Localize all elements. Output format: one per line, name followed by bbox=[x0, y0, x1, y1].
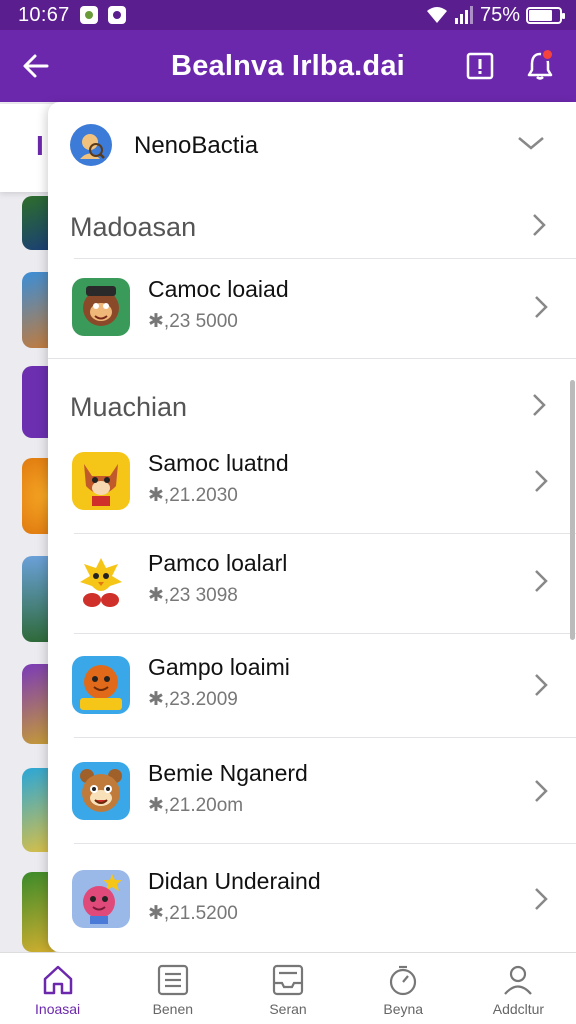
chevron-right-icon bbox=[533, 394, 546, 416]
fox-icon bbox=[72, 452, 130, 510]
game-row[interactable]: Didan Underaind ✱,21.5200 bbox=[48, 852, 576, 952]
game-price: ✱,21.2030 bbox=[148, 485, 238, 506]
account-name: NenoBactia bbox=[134, 132, 259, 159]
game-title: Bemie Nganerd bbox=[148, 760, 308, 786]
game-title: Samoc luatnd bbox=[148, 450, 289, 476]
section-label: Madoasan bbox=[70, 212, 197, 242]
app-notification-icon bbox=[79, 6, 98, 24]
section-header[interactable]: Madoasan bbox=[48, 192, 576, 262]
game-title: Camoc loaiad bbox=[148, 276, 289, 302]
game-row[interactable]: Camoc loaiad ✱,23 5000 bbox=[48, 260, 576, 360]
wifi-icon bbox=[426, 7, 447, 23]
bottom-nav: Inoasai Benen Seran Beyna Addcltur bbox=[0, 952, 576, 1024]
divider bbox=[74, 843, 576, 844]
nav-label: Beyna bbox=[383, 1001, 424, 1017]
nav-item-timer[interactable]: Beyna bbox=[346, 953, 461, 1024]
game-row[interactable]: Bemie Nganerd ✱,21.20om bbox=[48, 744, 576, 844]
scrollbar[interactable] bbox=[570, 380, 575, 640]
game-row[interactable]: Pamco loalarl ✱,23 3098 bbox=[48, 534, 576, 634]
timer-icon bbox=[390, 965, 417, 996]
home-icon bbox=[43, 965, 72, 995]
account-header[interactable]: NenoBactia bbox=[48, 102, 576, 188]
game-price: ✱,21.5200 bbox=[148, 903, 238, 924]
battery-level bbox=[529, 9, 552, 21]
nav-label: Seran bbox=[269, 1001, 307, 1017]
section-label: Muachian bbox=[70, 392, 188, 422]
notifications-button[interactable] bbox=[520, 46, 560, 86]
chick-icon bbox=[72, 552, 130, 610]
inbox-icon bbox=[272, 964, 304, 996]
app-bar: Bealnva Irlba.dai bbox=[0, 30, 576, 102]
nav-item-list[interactable]: Benen bbox=[115, 953, 230, 1024]
nav-item-inbox[interactable]: Seran bbox=[230, 953, 345, 1024]
list-icon bbox=[157, 964, 188, 996]
status-bar: 10:67 75% bbox=[0, 0, 576, 30]
chevron-right-icon bbox=[535, 470, 548, 492]
chevron-right-icon bbox=[535, 570, 548, 592]
chevron-right-icon bbox=[535, 888, 548, 910]
divider bbox=[74, 737, 576, 738]
account-dropdown-panel: NenoBactia Madoasan Camoc loaiad ✱,23 50… bbox=[48, 102, 576, 952]
monkey-icon bbox=[72, 278, 130, 336]
game-title: Didan Underaind bbox=[148, 868, 321, 894]
game-price: ✱,23 3098 bbox=[148, 585, 238, 606]
game-row[interactable]: Samoc luatnd ✱,21.2030 bbox=[48, 434, 576, 534]
game-price: ✱,23 5000 bbox=[148, 311, 238, 332]
pink-creature-icon bbox=[72, 870, 130, 928]
chevron-down-icon[interactable] bbox=[516, 130, 546, 156]
game-title: Pamco loalarl bbox=[148, 550, 288, 576]
alert-button[interactable] bbox=[462, 48, 498, 84]
status-time: 10:67 bbox=[18, 3, 70, 26]
alert-box-icon bbox=[466, 52, 494, 80]
battery-percent: 75% bbox=[479, 3, 520, 26]
user-search-icon bbox=[73, 127, 109, 163]
divider bbox=[74, 258, 576, 259]
signal-icon bbox=[454, 6, 473, 24]
game-title: Gampo loaimi bbox=[148, 654, 290, 680]
message-notification-icon bbox=[107, 6, 126, 24]
chevron-right-icon bbox=[535, 296, 548, 318]
chevron-right-icon bbox=[533, 214, 546, 236]
nav-label: Inoasai bbox=[35, 1001, 81, 1017]
nav-label: Addcltur bbox=[492, 1001, 545, 1017]
person-icon bbox=[504, 965, 533, 995]
battery-icon bbox=[526, 6, 565, 24]
notification-badge bbox=[541, 48, 554, 61]
chevron-right-icon bbox=[535, 674, 548, 696]
divider bbox=[48, 358, 576, 359]
background-tab-label: I bbox=[36, 130, 44, 161]
divider bbox=[74, 633, 576, 634]
chevron-right-icon bbox=[535, 780, 548, 802]
nav-item-home[interactable]: Inoasai bbox=[0, 953, 115, 1024]
orange-critter-icon bbox=[72, 656, 130, 714]
nav-item-profile[interactable]: Addcltur bbox=[461, 953, 576, 1024]
game-price: ✱,23.2009 bbox=[148, 689, 238, 710]
nav-label: Benen bbox=[152, 1001, 194, 1017]
game-price: ✱,21.20om bbox=[148, 795, 244, 816]
avatar bbox=[70, 124, 112, 166]
section-header[interactable]: Muachian bbox=[48, 372, 576, 442]
bear-icon bbox=[72, 762, 130, 820]
game-row[interactable]: Gampo loaimi ✱,23.2009 bbox=[48, 638, 576, 738]
